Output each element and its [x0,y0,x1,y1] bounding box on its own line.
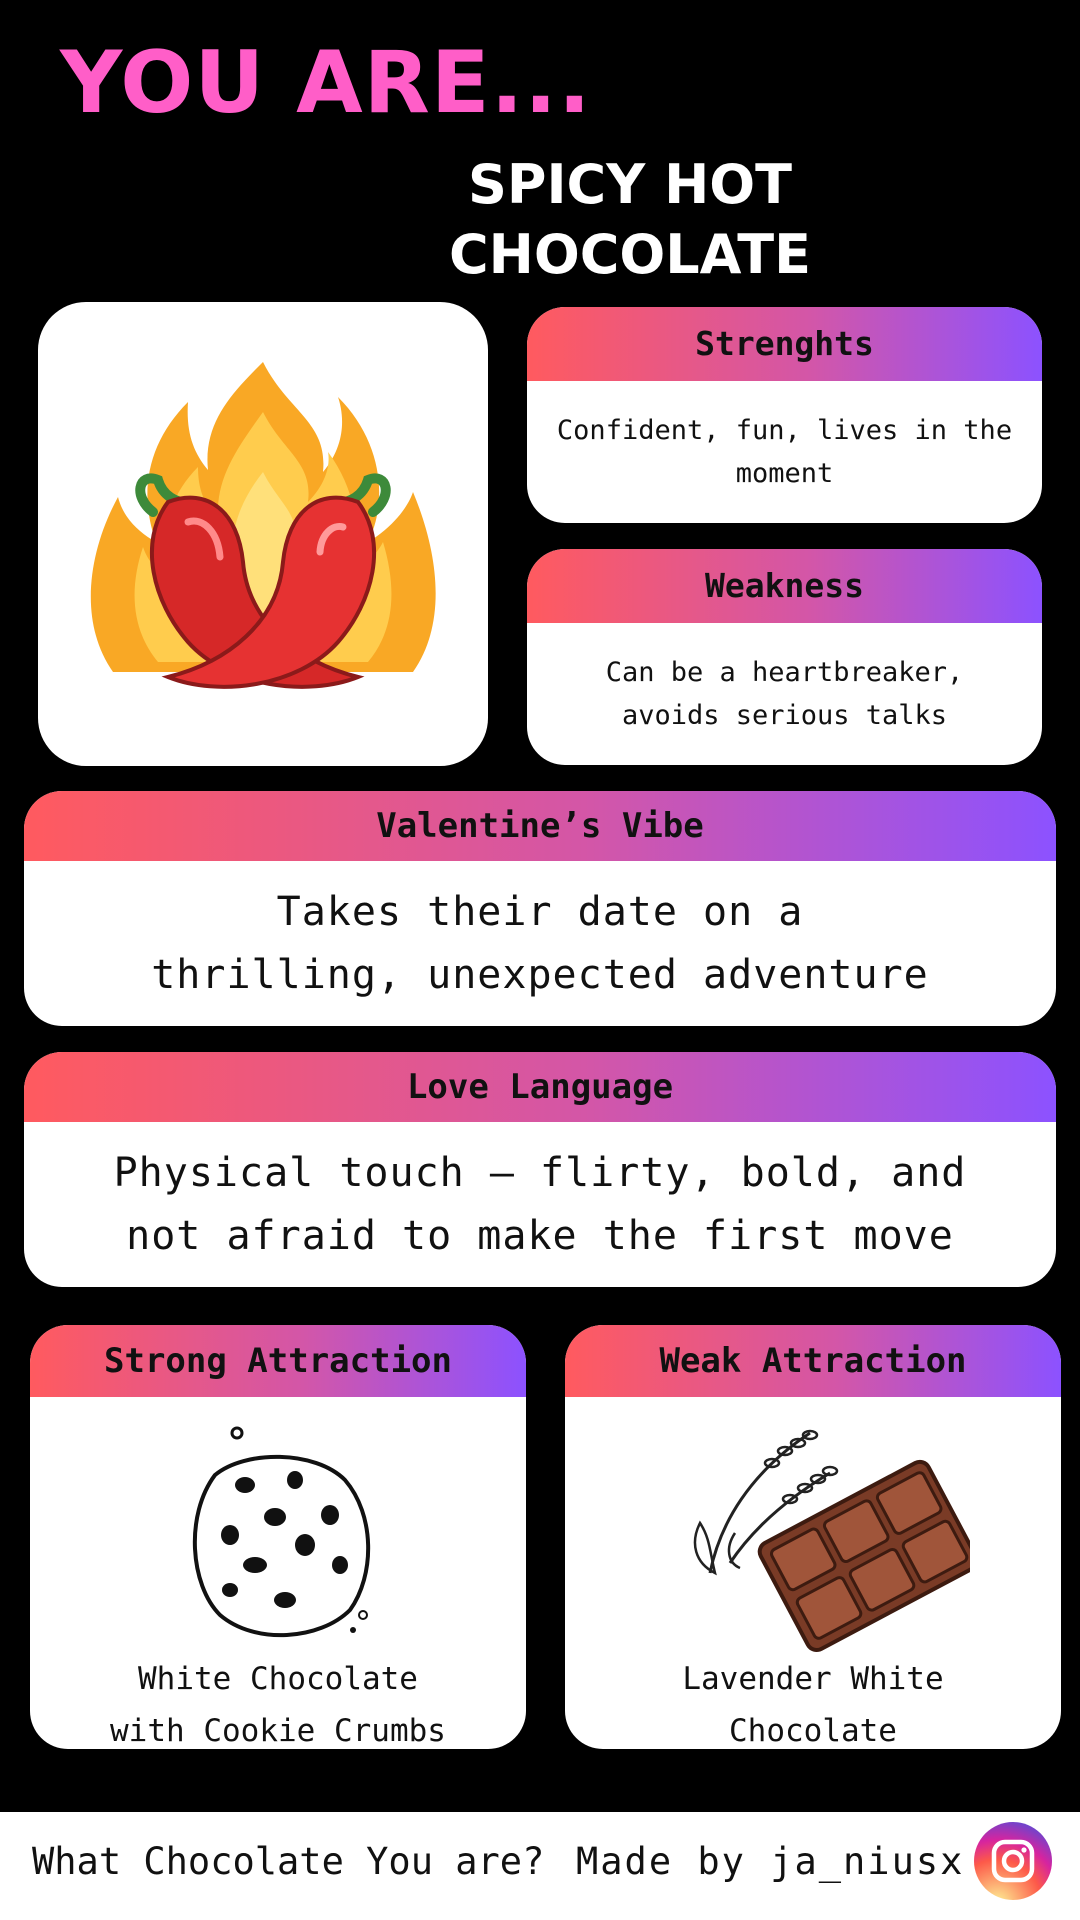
strengths-card: Strenghts Confident, fun, lives in the m… [527,307,1042,523]
instagram-icon[interactable] [974,1822,1052,1900]
weak-attraction-line2: Chocolate [729,1713,897,1749]
weak-attraction-line1: Lavender White [682,1661,944,1697]
valentines-vibe-card: Valentine’s Vibe Takes their date on a t… [24,791,1056,1026]
footer-question: What Chocolate You are? [32,1840,545,1883]
flaming-chili-peppers-icon [90,362,436,689]
strong-attraction-title: Strong Attraction [30,1325,526,1397]
love-language-title: Love Language [24,1052,1056,1122]
result-title: SPICY HOT CHOCOLATE [380,150,880,290]
result-title-line1: SPICY HOT [467,153,793,216]
love-language-text: Physical touch – flirty, bold, and not a… [113,1149,967,1259]
strengths-text: Confident, fun, lives in the moment [556,415,1013,489]
weakness-title: Weakness [527,549,1042,623]
cookie-icon [192,1426,371,1638]
valentines-vibe-text: Takes their date on a thrilling, unexpec… [151,888,929,998]
result-title-line2: CHOCOLATE [449,223,811,286]
strong-attraction-card: Strong Attraction White Chocolate with C… [30,1325,526,1749]
love-language-card: Love Language Physical touch – flirty, b… [24,1052,1056,1287]
strong-attraction-line1: White Chocolate [138,1661,418,1697]
weakness-card: Weakness Can be a heartbreaker, avoids s… [527,549,1042,765]
strengths-title: Strenghts [527,307,1042,381]
page-title-you-are: YOU ARE... [60,33,592,133]
strong-attraction-line2: with Cookie Crumbs [110,1713,446,1749]
footer-credit: Made by ja_niusx [576,1840,965,1883]
weak-attraction-card: Weak Attraction Lavender White Chocolate [565,1325,1061,1749]
weakness-text: Can be a heartbreaker, avoids serious ta… [605,657,964,731]
valentines-vibe-title: Valentine’s Vibe [24,791,1056,861]
lavender-chocolate-bar-icon [693,1429,970,1653]
pepper-image-card [38,302,488,766]
weak-attraction-title: Weak Attraction [565,1325,1061,1397]
